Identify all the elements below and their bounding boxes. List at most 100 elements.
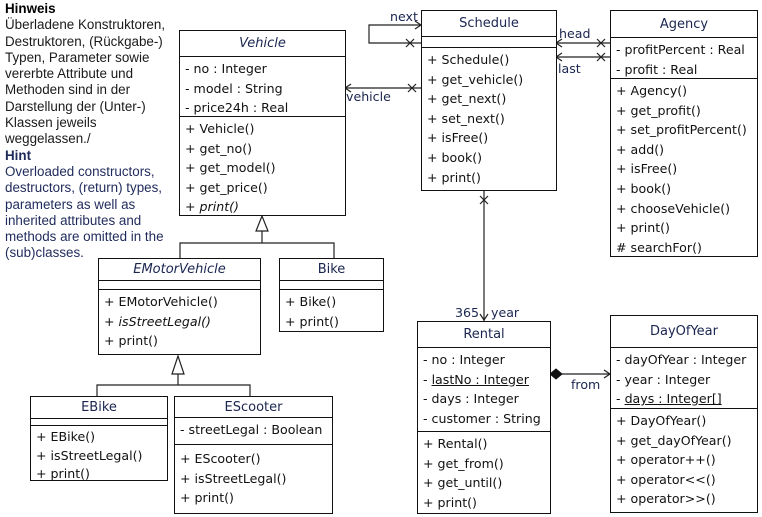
class-name: Vehicle [180, 31, 345, 57]
label-vehicle: vehicle [346, 89, 391, 104]
label-last: last [558, 61, 581, 76]
composition-diamond-icon [549, 368, 563, 380]
method-row: + operator>>() [616, 491, 716, 507]
attribute-row: - profit : Real [616, 61, 698, 77]
method-row: + Agency() [616, 83, 688, 98]
label-next: next [390, 9, 418, 24]
method-row: + isFree() [616, 161, 678, 177]
class-name: Bike [280, 259, 383, 281]
attributes-section [99, 281, 260, 290]
method-row: + isStreetLegal() [36, 447, 143, 463]
method-row: + print() [185, 199, 239, 215]
method-row: + get_profit() [616, 102, 701, 118]
attribute-row: - customer : String [423, 410, 541, 426]
methods-section: + Rental() + get_from() + get_until() + pri… [418, 432, 550, 512]
attribute-row: - dayOfYear : Integer [616, 352, 747, 367]
attribute-row: - year : Integer [616, 371, 711, 387]
attribute-row: - no : Integer [423, 352, 505, 367]
method-row: + operator++() [616, 452, 716, 468]
class-rental[interactable]: Rental - no : Integer - lastNo : Integer -… [417, 321, 551, 514]
method-row: + print() [180, 490, 234, 506]
methods-section: + Vehicle() + get_no() + get_model() + get_… [180, 117, 345, 217]
attributes-section: - profitPercent : Real - profit : Real [611, 38, 757, 79]
class-ebike[interactable]: EBike + EBike() + isStreetLegal() + print(… [30, 396, 168, 481]
method-row: + set_next() [427, 110, 505, 126]
method-row: + get_from() [423, 455, 504, 471]
method-row: + get_price() [185, 179, 268, 195]
method-row: # searchFor() [616, 239, 702, 255]
method-row: + print() [423, 494, 477, 510]
method-row: + Rental() [423, 436, 488, 451]
method-row: + book() [616, 180, 672, 196]
class-name: EBike [31, 397, 167, 419]
class-dayofyear[interactable]: DayOfYear - dayOfYear : Integer - year : … [610, 315, 758, 513]
class-schedule[interactable]: Schedule + Schedule() + get_vehicle() + ge… [421, 10, 557, 191]
attribute-row: - lastNo : Integer [423, 371, 529, 387]
method-row: + chooseVehicle() [616, 200, 731, 216]
method-row: + Schedule() [427, 52, 510, 67]
methods-section: + DayOfYear() + get_dayOfYear() + operator… [611, 409, 757, 509]
method-row: + get_dayOfYear() [616, 432, 732, 448]
method-row: + get_next() [427, 91, 507, 107]
method-row: + print() [285, 313, 339, 329]
attribute-row: - price24h : Real [185, 100, 289, 116]
class-name: Schedule [422, 11, 556, 37]
attributes-section: - dayOfYear : Integer - year : Integer - d… [611, 348, 757, 409]
method-row: + EScooter() [180, 451, 261, 466]
methods-section: + EBike() + isStreetLegal() + print() [31, 426, 167, 484]
class-name: EMotorVehicle [99, 259, 260, 281]
attributes-section: - streetLegal : Boolean [175, 418, 332, 445]
attributes-section: - no : Integer - lastNo : Integer - days :… [418, 348, 550, 432]
class-agency[interactable]: Agency - profitPercent : Real - profit : … [610, 10, 758, 257]
emotorvehicle-inheritance-triangle-icon [171, 354, 185, 375]
method-row: + print() [427, 169, 481, 185]
attributes-section [31, 419, 167, 426]
attribute-row: - streetLegal : Boolean [180, 422, 323, 437]
method-row: + isStreetLegal() [180, 470, 287, 486]
methods-section: + Schedule() + get_vehicle() + get_next() +… [422, 48, 556, 187]
method-row: + operator<<() [616, 471, 716, 487]
methods-section: + EScooter() + isStreetLegal() + print() [175, 445, 332, 508]
attribute-row: - no : Integer [185, 61, 267, 76]
attributes-section: - no : Integer - model : String - price24h… [180, 57, 345, 117]
method-row: + get_vehicle() [427, 71, 524, 87]
method-row: + Bike() [285, 294, 337, 309]
class-name: Rental [418, 322, 550, 348]
method-row: + isStreetLegal() [104, 313, 211, 329]
method-row: + print() [616, 220, 670, 236]
method-row: + set_profitPercent() [616, 122, 747, 138]
method-row: + add() [616, 141, 665, 157]
methods-section: + EMotorVehicle() + isStreetLegal() + prin… [99, 290, 260, 351]
class-bike[interactable]: Bike + Bike() + print() [279, 258, 384, 332]
method-row: + get_until() [423, 475, 503, 491]
vehicle-inheritance-triangle-icon [255, 214, 269, 232]
attribute-row: - profitPercent : Real [616, 42, 745, 57]
class-vehicle[interactable]: Vehicle - no : Integer - model : String - … [179, 30, 346, 216]
class-name: Agency [611, 11, 757, 38]
method-row: + EBike() [36, 429, 96, 444]
method-row: + get_no() [185, 140, 253, 156]
attribute-row: - model : String [185, 80, 283, 96]
class-escooter[interactable]: EScooter - streetLegal : Boolean + EScoo… [174, 396, 333, 514]
class-name: DayOfYear [611, 316, 757, 348]
uml-class-diagram: Hinweis Überladene Konstruktoren, Destru… [0, 0, 762, 517]
method-row: + isFree() [427, 130, 489, 146]
method-row: + get_model() [185, 160, 276, 176]
label-head: head [559, 26, 591, 41]
class-emotorvehicle[interactable]: EMotorVehicle + EMotorVehicle() + isStree… [98, 258, 261, 355]
method-row: + print() [104, 333, 158, 349]
attribute-row: - days : Integer[] [616, 391, 722, 407]
label-year-multiplicity: 365 [455, 305, 480, 320]
methods-section: + Bike() + print() [280, 290, 383, 331]
method-row: + book() [427, 149, 483, 165]
method-row: + DayOfYear() [616, 413, 707, 428]
attributes-section [422, 37, 556, 48]
attribute-row: - days : Integer [423, 391, 519, 407]
method-row: + print() [36, 466, 90, 481]
attributes-section [280, 281, 383, 290]
label-year: year [491, 305, 520, 320]
methods-section: + Agency() + get_profit() + set_profitPerc… [611, 79, 757, 257]
vehicle-generalization-line [179, 242, 335, 258]
method-row: + EMotorVehicle() [104, 294, 218, 309]
emotorvehicle-generalization-line [96, 384, 251, 396]
